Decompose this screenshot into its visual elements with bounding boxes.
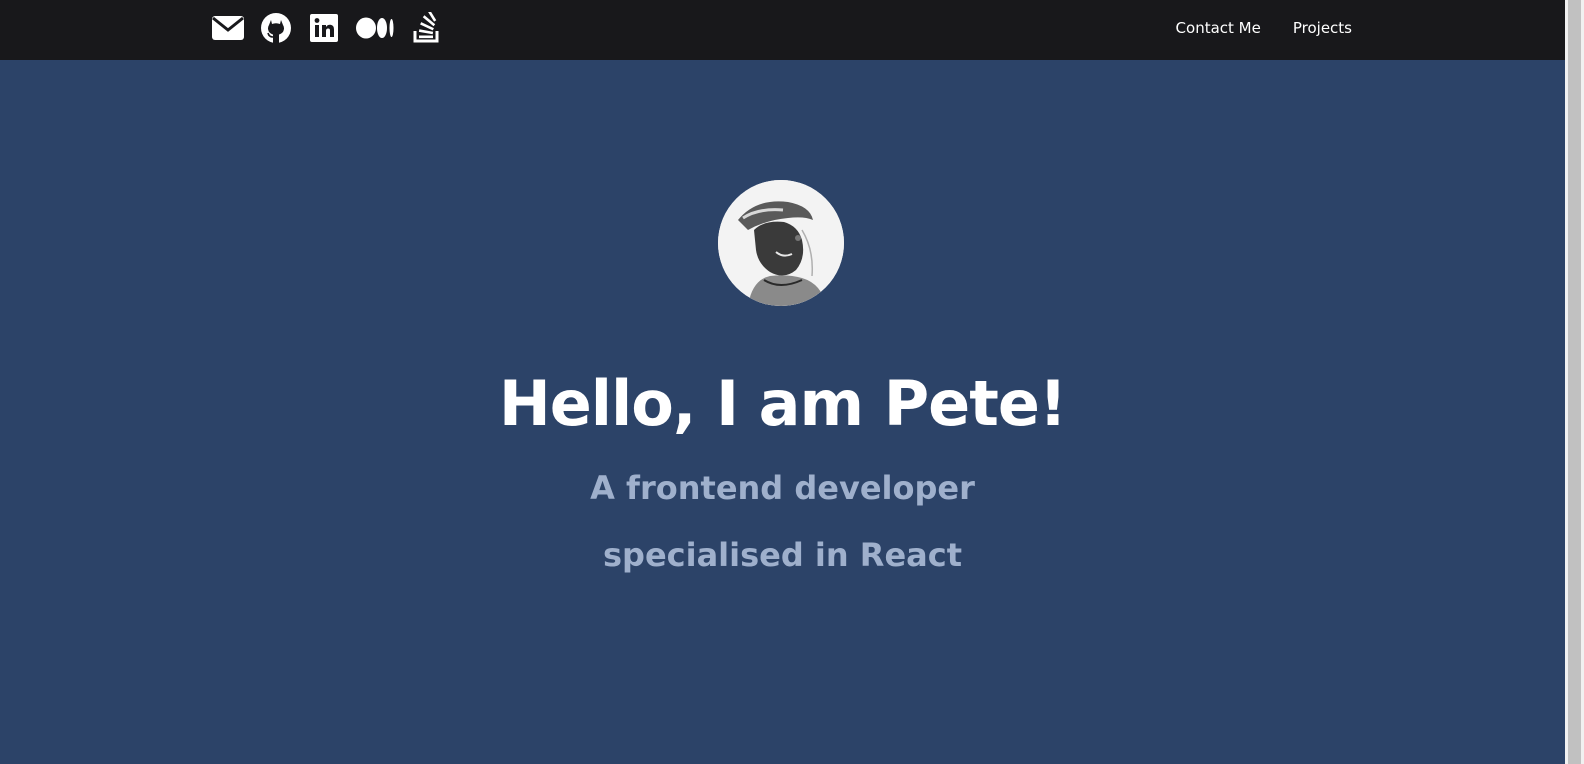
nav-link-projects[interactable]: Projects [1293,18,1352,38]
scrollbar[interactable] [1565,0,1584,764]
nav-links: Contact Me Projects [1176,18,1352,38]
github-icon [261,13,291,43]
scrollbar-thumb[interactable] [1568,0,1581,764]
mail-icon [212,16,244,40]
hero-section: Hello, I am Pete! A frontend developer s… [0,60,1565,764]
linkedin-link[interactable] [307,12,341,44]
avatar [718,180,844,306]
profile-photo [718,180,844,306]
medium-icon [356,17,394,39]
stackoverflow-link[interactable] [409,12,443,44]
social-links [211,12,443,44]
github-link[interactable] [259,12,293,44]
hero-subtitle-line-1: A frontend developer [590,469,975,507]
top-navbar: Contact Me Projects [0,0,1565,60]
nav-link-contact[interactable]: Contact Me [1176,18,1261,38]
hero-title: Hello, I am Pete! [498,367,1067,440]
mail-link[interactable] [211,12,245,44]
medium-link[interactable] [355,12,395,44]
stackoverflow-icon [413,12,439,43]
linkedin-icon [310,14,338,42]
hero-subtitle-line-2: specialised in React [602,536,962,574]
